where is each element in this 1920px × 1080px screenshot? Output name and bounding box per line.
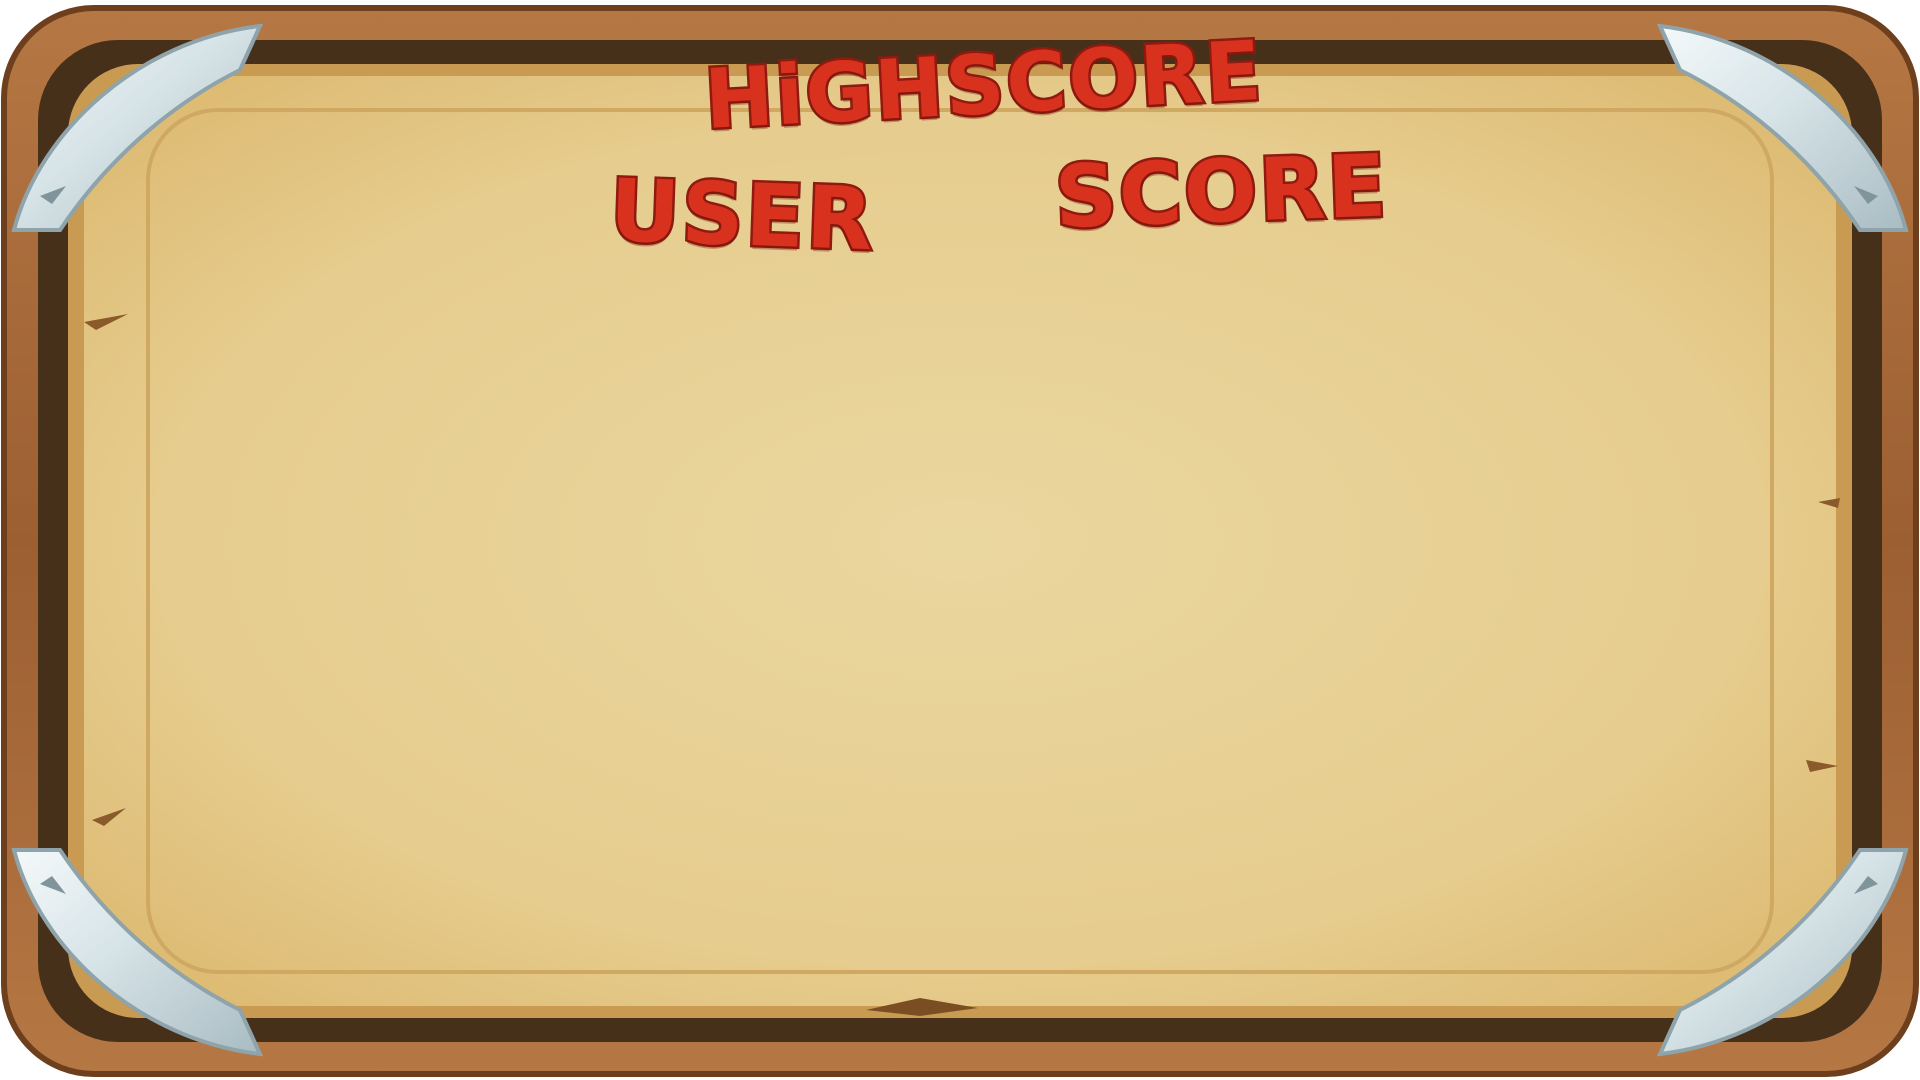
column-header-user: USER — [606, 159, 879, 273]
column-header-score: SCORE — [1051, 134, 1392, 251]
highscore-board: HiGHSCORE USER SCORE — [0, 0, 1920, 1080]
score-list — [600, 270, 1360, 910]
